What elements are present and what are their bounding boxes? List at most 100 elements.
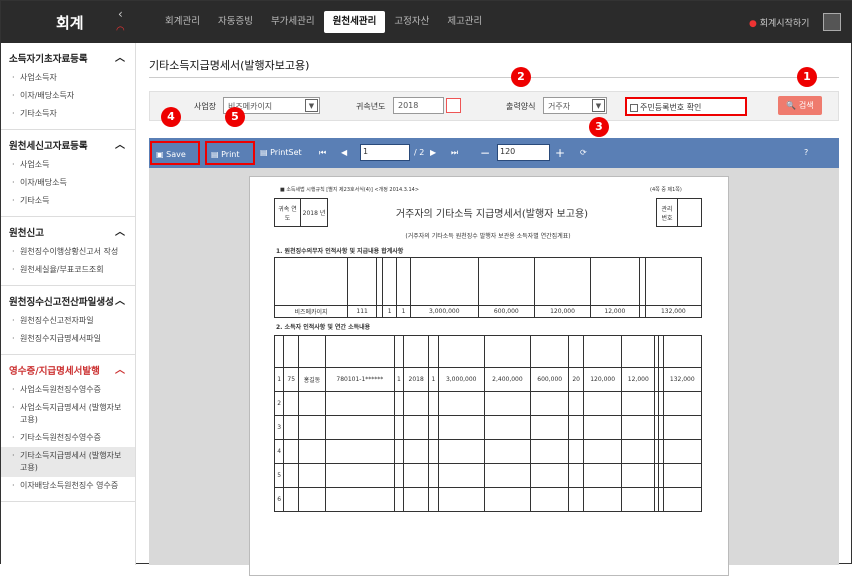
section-2-title: 2. 소득자 인적사항 및 연간 소득내용 bbox=[276, 324, 371, 331]
cell-expense: 600,000 bbox=[477, 305, 535, 318]
cell-count: 1 bbox=[382, 305, 398, 318]
chevron-up-icon[interactable]: ︿ bbox=[115, 361, 125, 376]
cell-sum: 132,000 bbox=[662, 367, 703, 392]
cell-name: 홍길동 bbox=[298, 367, 326, 392]
sidebar-item[interactable]: 이자/배당소득자 bbox=[1, 87, 135, 105]
filter-bar: 사업장 비즈메카이지 ▼ 귀속년도 2018 출력양식 거주자 ▼ 주민등록번호 확… bbox=[149, 91, 839, 121]
cell-count2: 1 bbox=[396, 305, 411, 318]
chevron-up-icon[interactable]: ︿ bbox=[115, 292, 125, 307]
mgmt-label: 관리 번호 bbox=[656, 198, 678, 227]
chevron-up-icon[interactable]: ︿ bbox=[115, 223, 125, 238]
nav-inventory[interactable]: 제고관리 bbox=[438, 11, 491, 33]
save-label: Save bbox=[166, 150, 186, 159]
sidebar-item[interactable]: 이자/배당소득 bbox=[1, 174, 135, 192]
printer-icon: ▤ bbox=[211, 150, 219, 159]
printset-button[interactable]: ▤ PrintSet bbox=[260, 141, 315, 165]
nav-withholding[interactable]: 원천세관리 bbox=[323, 11, 386, 33]
sidebar: 소득자기초자료등록︿ 사업소득자 이자/배당소득자 기타소득자 원천세신고자료등… bbox=[1, 43, 136, 565]
row-number: 4 bbox=[273, 439, 285, 464]
main-area: 기타소득지급명세서(발행자보고용) 사업장 비즈메카이지 ▼ 귀속년도 2018 … bbox=[137, 43, 852, 576]
cell-local: 12,000 bbox=[621, 367, 656, 392]
first-page-icon[interactable]: ⏮ bbox=[319, 141, 326, 165]
sidebar-section-title[interactable]: 소득자기초자료등록 ︿ bbox=[1, 47, 135, 69]
page-input[interactable]: 1 bbox=[360, 144, 410, 161]
sidebar-item[interactable]: 원천세실율/부표코드조회 bbox=[1, 261, 135, 279]
chevron-down-icon: ▼ bbox=[592, 99, 605, 112]
marker-5: 5 bbox=[225, 107, 245, 127]
main-nav: 회계관리 자동증빙 부가세관리 원천세관리 고정자산 제고관리 bbox=[156, 11, 491, 33]
zoom-input[interactable]: 120 bbox=[497, 144, 550, 161]
report-viewer: ▣ Save ▤ Print ▤ PrintSet ⏮ ◀ 1 / 2 ▶ ⏭ … bbox=[149, 138, 839, 576]
printer-settings-icon: ▤ bbox=[260, 148, 268, 157]
divider bbox=[149, 77, 839, 78]
sidebar-section-title[interactable]: 원천세신고자료등록 ︿ bbox=[1, 134, 135, 156]
sidebar-item[interactable]: 기타소득자 bbox=[1, 105, 135, 123]
cell-income-tax: 120,000 bbox=[533, 305, 592, 318]
row-number: 2 bbox=[273, 391, 285, 416]
cell-local-tax: 12,000 bbox=[590, 305, 640, 318]
help-icon[interactable]: ? bbox=[804, 141, 808, 165]
detail-table: 1 75 홍길동 780101-1****** 1 2018 1 3,000,0… bbox=[273, 335, 703, 512]
chevron-up-icon[interactable]: ︿ bbox=[115, 136, 125, 151]
mgmt-value bbox=[677, 198, 702, 227]
doc-header-table: 귀속 연도 2018 년 거주자의 기타소득 지급명세서(발행자 보고용) 관리… bbox=[274, 198, 702, 227]
nav-auto-evidence[interactable]: 자동증빙 bbox=[209, 11, 262, 33]
nav-accounting[interactable]: 회계관리 bbox=[156, 11, 209, 33]
business-label: 사업장 bbox=[194, 102, 217, 111]
sidebar-item[interactable]: 이자배당소득원천징수 영수증 bbox=[1, 477, 135, 495]
marker-3: 3 bbox=[589, 117, 609, 137]
sidebar-item[interactable]: 사업소득지급명세서 (발행자보고용) bbox=[1, 399, 135, 429]
output-value: 거주자 bbox=[548, 102, 571, 111]
print-button[interactable]: ▤ Print bbox=[205, 141, 255, 165]
info-icon: ● bbox=[749, 19, 757, 29]
top-bar: 회계 ‹ ◠ 회계관리 자동증빙 부가세관리 원천세관리 고정자산 제고관리 ●… bbox=[1, 1, 852, 43]
row-number: 3 bbox=[273, 415, 285, 440]
checkbox-icon bbox=[630, 103, 638, 112]
cell-tax: 120,000 bbox=[582, 367, 623, 392]
sidebar-item[interactable]: 기타소득 bbox=[1, 192, 135, 210]
save-button[interactable]: ▣ Save bbox=[150, 141, 200, 165]
summary-table: 비즈메카이지 111 1 1 3,000,000 600,000 120,000… bbox=[273, 257, 703, 318]
calendar-icon[interactable] bbox=[446, 98, 461, 113]
sidebar-item[interactable]: 사업소득 bbox=[1, 156, 135, 174]
sidebar-section-title[interactable]: 원천신고 ︿ bbox=[1, 221, 135, 243]
sidebar-item[interactable]: 원천징수신고전자파일 bbox=[1, 312, 135, 330]
chevron-left-icon[interactable]: ‹ bbox=[118, 7, 123, 21]
marker-4: 4 bbox=[161, 107, 181, 127]
refresh-icon[interactable]: ⟳ bbox=[580, 141, 587, 165]
marker-1: 1 bbox=[797, 67, 817, 87]
cell-tax-total: 132,000 bbox=[644, 305, 703, 318]
sidebar-item[interactable]: 원천징수지급명세서파일 bbox=[1, 330, 135, 348]
start-accounting-link[interactable]: ● 회계시작하기 bbox=[749, 16, 809, 29]
nav-vat[interactable]: 부가세관리 bbox=[262, 11, 324, 33]
calculator-icon[interactable] bbox=[823, 13, 841, 31]
resident-number-checkbox[interactable]: 주민등록번호 확인 bbox=[625, 97, 747, 116]
cell-rrn: 780101-1****** bbox=[324, 367, 395, 392]
headset-icon[interactable]: ◠ bbox=[116, 25, 125, 36]
start-label: 회계시작하기 bbox=[759, 19, 810, 29]
search-button[interactable]: 🔍 검색 bbox=[778, 96, 822, 115]
sidebar-item[interactable]: 사업소득원천징수영수증 bbox=[1, 381, 135, 399]
output-select[interactable]: 거주자 ▼ bbox=[543, 97, 607, 114]
page-title: 기타소득지급명세서(발행자보고용) bbox=[149, 59, 310, 72]
cell-code: 111 bbox=[347, 305, 378, 318]
nav-fixed-assets[interactable]: 고정자산 bbox=[385, 11, 438, 33]
chevron-up-icon[interactable]: ︿ bbox=[115, 49, 125, 64]
sidebar-item[interactable]: 사업소득자 bbox=[1, 69, 135, 87]
zoom-out-icon[interactable]: − bbox=[480, 141, 490, 165]
last-page-icon[interactable]: ⏭ bbox=[451, 141, 458, 165]
chevron-down-icon: ▼ bbox=[305, 99, 318, 112]
sidebar-section-title-active[interactable]: 영수증/지급명세서발행 ︿ bbox=[1, 359, 135, 381]
year-label: 귀속년도 bbox=[356, 102, 386, 111]
sidebar-item[interactable]: 기타소득원천징수영수증 bbox=[1, 429, 135, 447]
sidebar-section-title[interactable]: 원천징수신고전산파일생성 ︿ bbox=[1, 290, 135, 312]
form-header-note: ■ 소득세법 시행규칙 [별지 제23호서식(4)] <개정 2014.3.14… bbox=[280, 187, 420, 193]
sidebar-item-selected[interactable]: 기타소득지급명세서 (발행자보고용) bbox=[1, 447, 135, 477]
next-page-icon[interactable]: ▶ bbox=[430, 141, 436, 165]
row-number: 1 bbox=[273, 367, 285, 392]
prev-page-icon[interactable]: ◀ bbox=[341, 141, 347, 165]
zoom-in-icon[interactable]: + bbox=[555, 141, 565, 165]
year-input[interactable]: 2018 bbox=[393, 97, 444, 114]
cell-one: 1 bbox=[393, 367, 405, 392]
sidebar-item[interactable]: 원천징수이행상황신고서 작성 bbox=[1, 243, 135, 261]
